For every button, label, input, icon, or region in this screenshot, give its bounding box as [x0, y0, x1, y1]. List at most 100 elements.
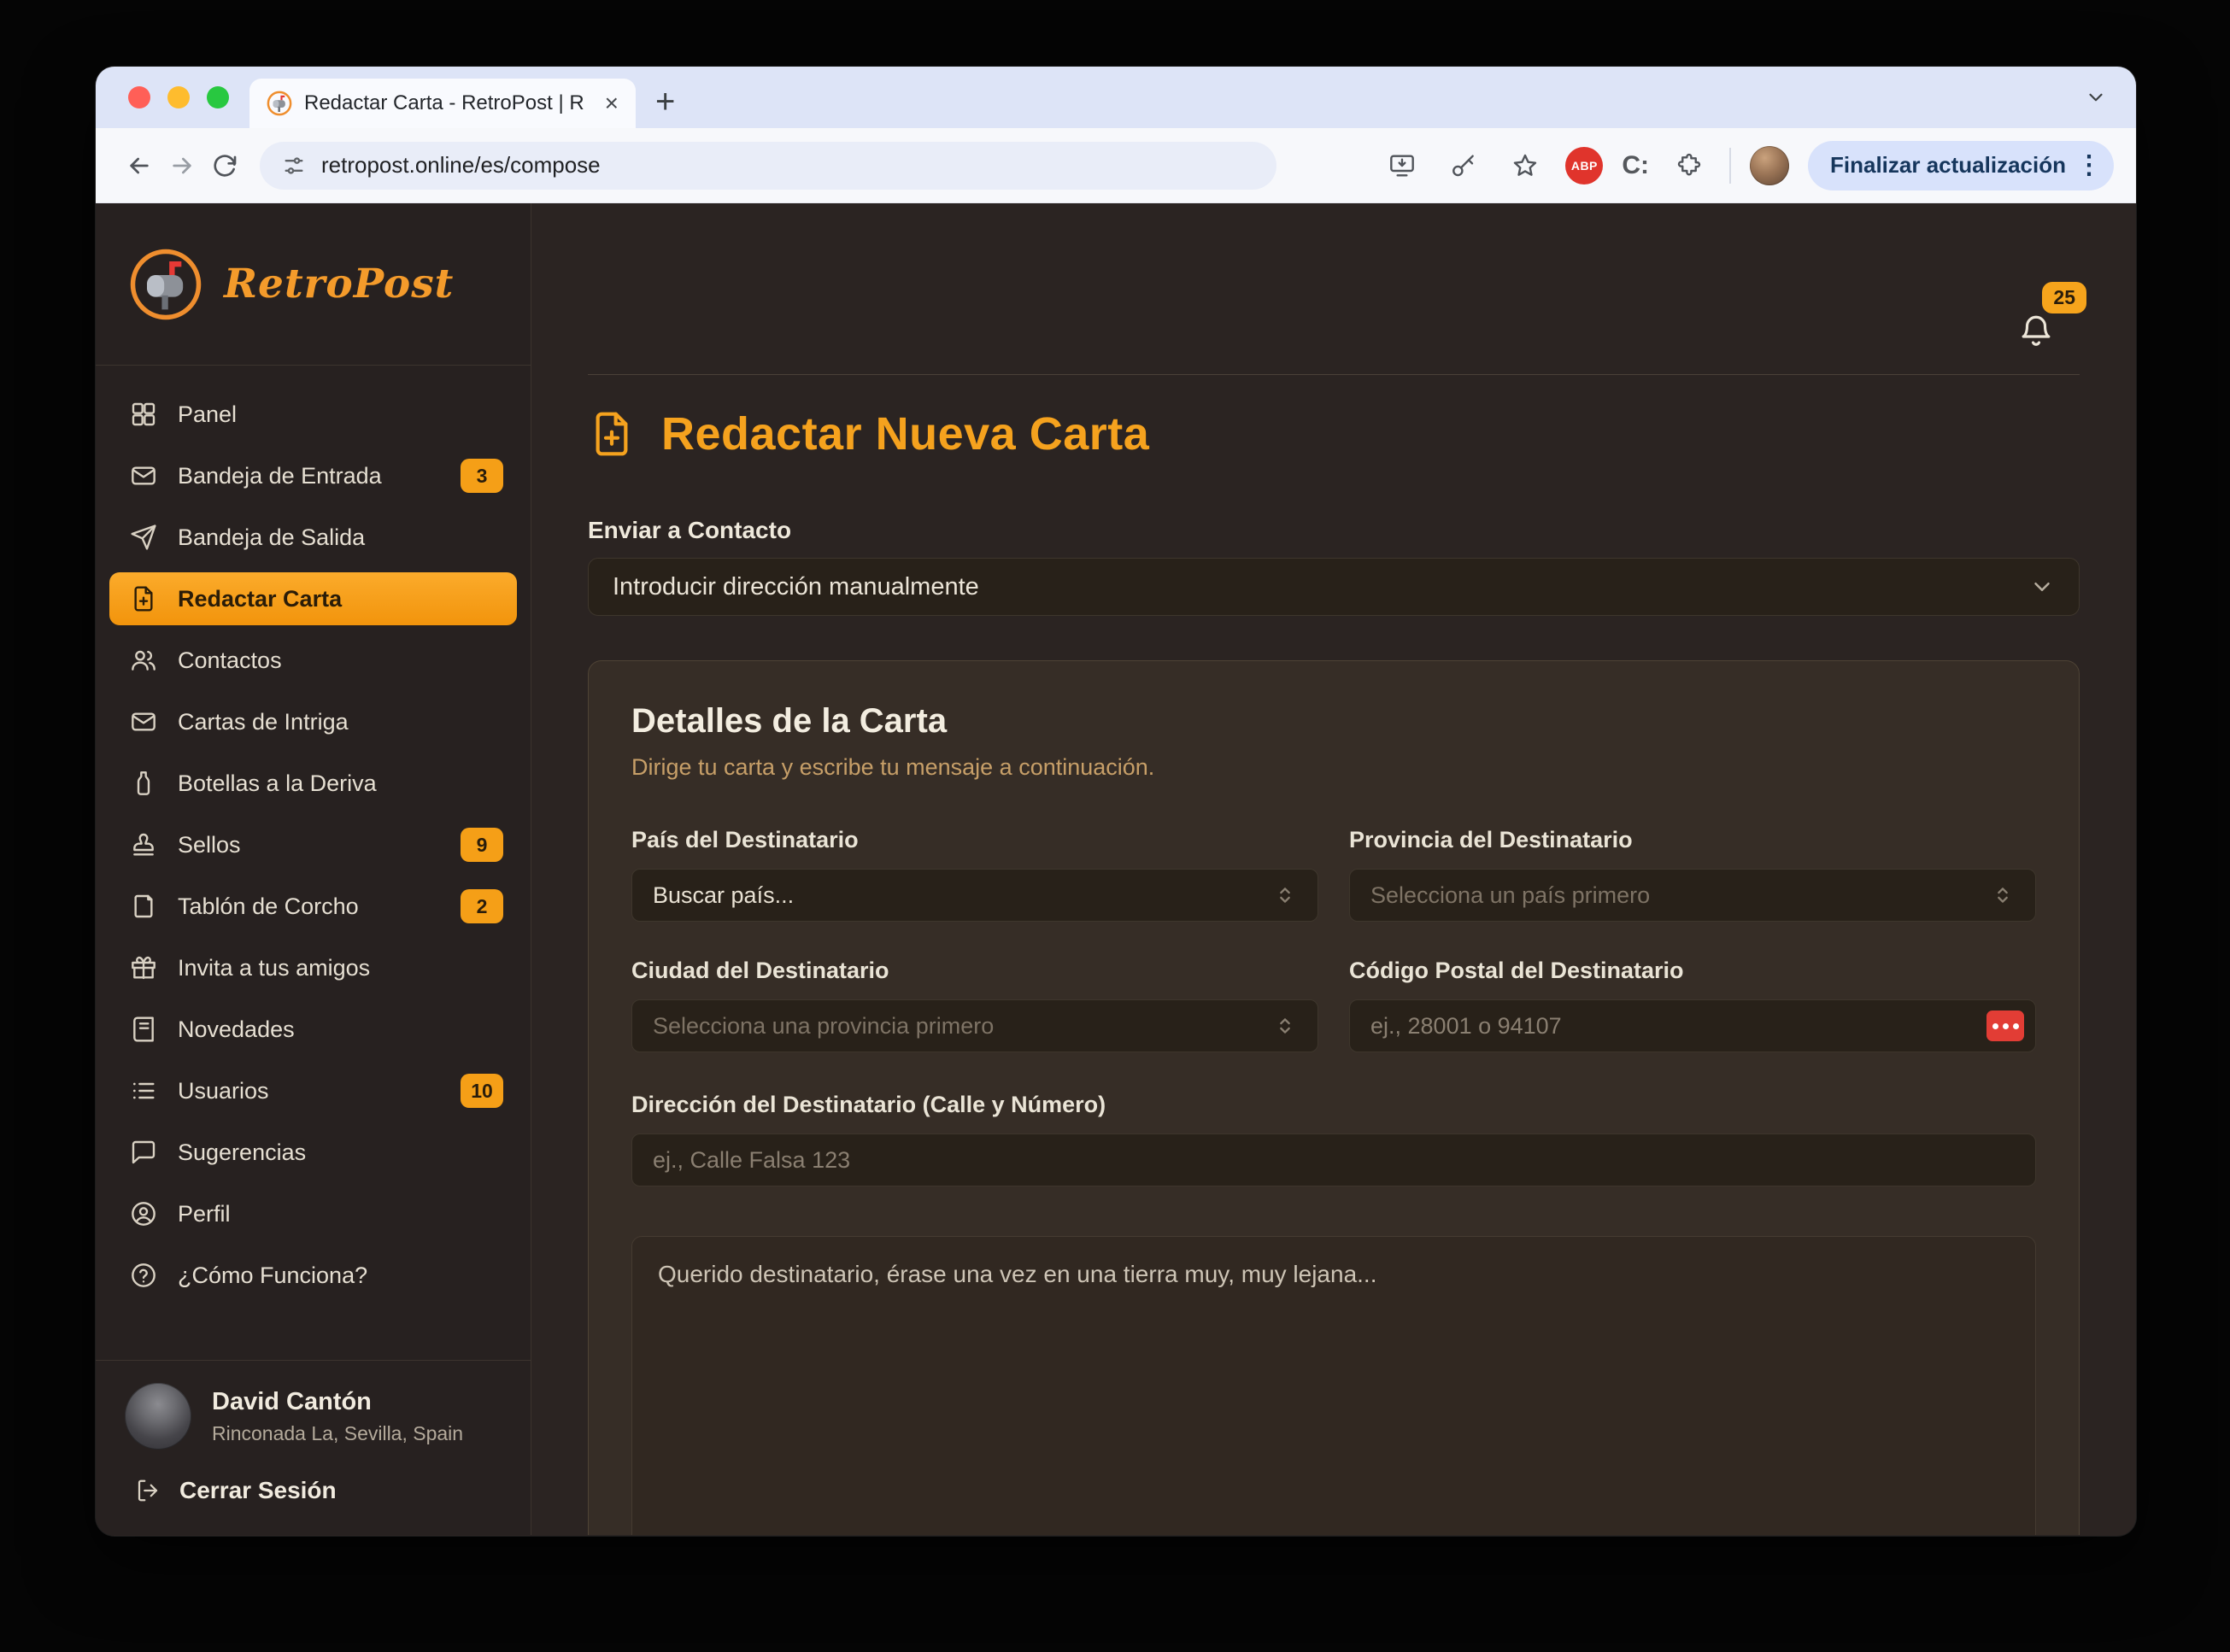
autofill-extension-icon[interactable]: [1986, 1011, 2024, 1041]
header-divider: [588, 374, 2080, 375]
sidebar-item-outbox[interactable]: Bandeja de Salida: [109, 511, 517, 564]
send-icon: [130, 524, 157, 551]
sidebar-item-label: Cartas de Intriga: [178, 709, 503, 735]
notifications-count-badge: 25: [2042, 282, 2086, 313]
sidebar-item-help[interactable]: ¿Cómo Funciona?: [109, 1249, 517, 1302]
sidebar-item-label: Usuarios: [178, 1078, 440, 1104]
tab-search-chevron-icon[interactable]: [2076, 78, 2116, 117]
sidebar-item-label: Perfil: [178, 1201, 503, 1227]
city-select[interactable]: Selecciona una provincia primero: [631, 999, 1318, 1052]
user-location: Rinconada La, Sevilla, Spain: [212, 1422, 463, 1445]
adblock-extension-icon[interactable]: ABP: [1565, 147, 1603, 185]
browser-tab[interactable]: Redactar Carta - RetroPost | R ×: [249, 79, 636, 128]
sidebar-item-profile[interactable]: Perfil: [109, 1187, 517, 1240]
url-bar[interactable]: retropost.online/es/compose: [260, 142, 1276, 190]
list-icon: [130, 1077, 157, 1104]
count-badge: 3: [461, 459, 503, 493]
finish-update-button[interactable]: Finalizar actualización ⋮: [1808, 141, 2114, 190]
message-textarea[interactable]: [631, 1236, 2036, 1535]
sidebar-item-label: Panel: [178, 401, 503, 428]
password-key-icon[interactable]: [1442, 144, 1485, 187]
logout-button[interactable]: Cerrar Sesión: [96, 1450, 531, 1535]
browser-window: Redactar Carta - RetroPost | R × +: [96, 67, 2136, 1536]
sidebar-item-intrigue[interactable]: Cartas de Intriga: [109, 695, 517, 748]
retropost-logo[interactable]: RetroPost: [96, 203, 531, 366]
desktop-background: Redactar Carta - RetroPost | R × +: [0, 0, 2230, 1652]
sidebar-item-label: Redactar Carta: [178, 586, 503, 612]
extensions-puzzle-icon[interactable]: [1668, 144, 1711, 187]
user-avatar: [125, 1383, 191, 1450]
send-to-contact-label: Enviar a Contacto: [588, 517, 2080, 544]
sidebar-item-bottles[interactable]: Botellas a la Deriva: [109, 757, 517, 810]
sidebar-item-label: Invita a tus amigos: [178, 955, 503, 981]
chat-icon: [130, 1139, 157, 1166]
new-tab-button[interactable]: +: [655, 83, 675, 121]
reload-icon[interactable]: [203, 144, 246, 187]
sidebar-item-contacts[interactable]: Contactos: [109, 634, 517, 687]
sidebar-item-inbox[interactable]: Bandeja de Entrada3: [109, 449, 517, 502]
sidebar-item-invite[interactable]: Invita a tus amigos: [109, 941, 517, 994]
users-icon: [130, 647, 157, 674]
bookmark-star-icon[interactable]: [1504, 144, 1546, 187]
site-settings-icon[interactable]: [282, 154, 306, 178]
zoom-window-button[interactable]: [207, 86, 229, 108]
browser-menu-kebab-icon[interactable]: ⋮: [2076, 153, 2102, 179]
install-app-icon[interactable]: [1381, 144, 1423, 187]
stamp-icon: [130, 831, 157, 858]
notifications-bell-icon[interactable]: [2018, 313, 2054, 349]
card-subtitle: Dirige tu carta y escribe tu mensaje a c…: [631, 754, 2036, 781]
country-placeholder: Buscar país...: [653, 882, 794, 909]
note-icon: [130, 893, 157, 920]
tab-close-icon[interactable]: ×: [605, 91, 619, 115]
toolbar-right-cluster: ABP C: Finalizar actualización ⋮: [1381, 141, 2114, 190]
logo-wordmark: RetroPost: [224, 261, 454, 308]
select-unfold-icon: [1991, 883, 2015, 907]
sidebar-user-card[interactable]: David Cantón Rinconada La, Sevilla, Spai…: [96, 1360, 531, 1450]
sidebar-item-label: Bandeja de Salida: [178, 524, 503, 551]
address-fields-grid: País del Destinatario Buscar país... Pro…: [631, 827, 2036, 1052]
tab-title: Redactar Carta - RetroPost | R: [304, 91, 593, 115]
book-icon: [130, 1016, 157, 1043]
province-label: Provincia del Destinatario: [1349, 827, 2036, 853]
sidebar-item-corkboard[interactable]: Tablón de Corcho2: [109, 880, 517, 933]
browser-profile-avatar[interactable]: [1750, 146, 1789, 185]
toolbar-divider: [1729, 148, 1731, 184]
retropost-app: RetroPost Panel Bandeja de Entrada3 Bandej…: [96, 203, 2136, 1535]
send-to-contact-select[interactable]: Introducir dirección manualmente: [588, 558, 2080, 616]
file-plus-icon: [130, 585, 157, 612]
street-input[interactable]: [631, 1134, 2036, 1186]
minimize-window-button[interactable]: [167, 86, 190, 108]
sidebar-item-compose[interactable]: Redactar Carta: [109, 572, 517, 625]
street-label: Dirección del Destinatario (Calle y Núme…: [631, 1092, 2036, 1118]
sidebar-item-panel[interactable]: Panel: [109, 388, 517, 441]
browser-tabstrip: Redactar Carta - RetroPost | R × +: [96, 67, 2136, 128]
sidebar-item-users[interactable]: Usuarios 10: [109, 1064, 517, 1117]
city-label: Ciudad del Destinatario: [631, 958, 1318, 984]
sidebar-item-news[interactable]: Novedades: [109, 1003, 517, 1056]
sidebar-item-label: Sellos: [178, 832, 440, 858]
province-placeholder: Selecciona un país primero: [1370, 882, 1650, 909]
user-name: David Cantón: [212, 1388, 463, 1416]
retropost-favicon: [267, 91, 292, 116]
sidebar-item-stamps[interactable]: Sellos9: [109, 818, 517, 871]
browser-toolbar: retropost.online/es/compose ABP C:: [96, 128, 2136, 203]
count-badge: 2: [461, 889, 503, 923]
grid-icon: [130, 401, 157, 428]
forward-icon[interactable]: [161, 144, 203, 187]
zip-input[interactable]: [1349, 999, 2036, 1052]
sidebar-menu: Panel Bandeja de Entrada3 Bandeja de Salid…: [96, 366, 531, 1360]
sidebar-item-suggestions[interactable]: Sugerencias: [109, 1126, 517, 1179]
back-icon[interactable]: [118, 144, 161, 187]
url-text: retropost.online/es/compose: [321, 152, 601, 179]
province-select[interactable]: Selecciona un país primero: [1349, 869, 2036, 922]
sidebar-item-label: Contactos: [178, 647, 503, 674]
count-badge: 10: [461, 1074, 503, 1108]
logout-icon: [135, 1478, 161, 1503]
mail-icon: [130, 708, 157, 735]
close-window-button[interactable]: [128, 86, 150, 108]
ci-extension-icon[interactable]: C:: [1622, 151, 1649, 180]
sidebar-item-label: ¿Cómo Funciona?: [178, 1262, 503, 1289]
user-circle-icon: [130, 1200, 157, 1227]
logout-label: Cerrar Sesión: [179, 1477, 337, 1504]
country-select[interactable]: Buscar país...: [631, 869, 1318, 922]
